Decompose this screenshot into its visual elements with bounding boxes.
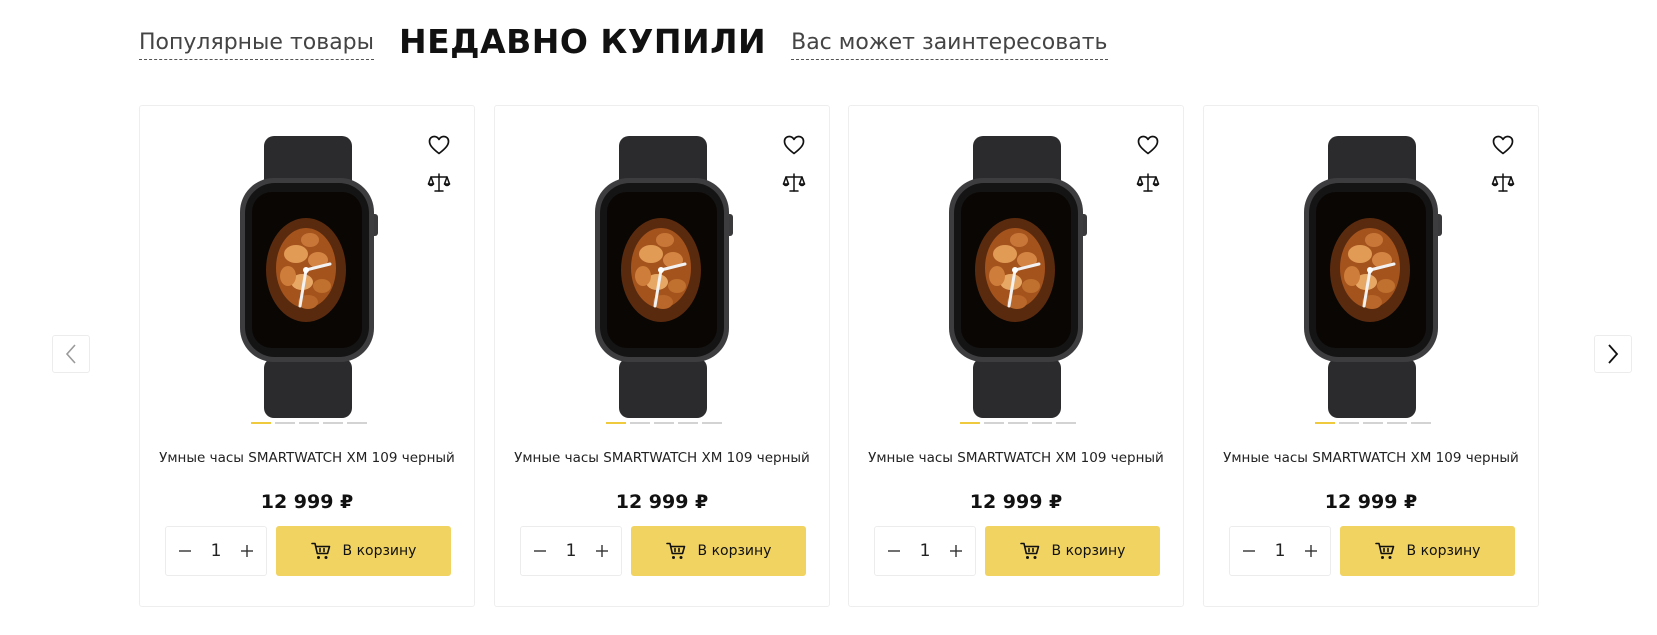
product-price: 12 999 ₽ [260,491,354,513]
gallery-dot[interactable] [1339,422,1359,424]
product-name[interactable]: Умные часы SMARTWATCH XM 109 черный [495,450,829,466]
quantity-decrease-button[interactable] [531,542,549,560]
plus-icon [1305,545,1317,557]
plus-icon [596,545,608,557]
image-gallery-dots [1315,422,1435,424]
gallery-dot[interactable] [960,422,980,424]
plus-icon [950,545,962,557]
gallery-dot[interactable] [1363,422,1383,424]
product-card[interactable]: Умные часы SMARTWATCH XM 109 черный 12 9… [1203,105,1539,607]
cart-icon [310,542,330,559]
scales-icon[interactable] [1136,171,1160,195]
add-to-cart-label: В корзину [342,543,417,559]
scales-icon[interactable] [1491,171,1515,195]
minus-icon [888,550,900,552]
gallery-dot[interactable] [654,422,674,424]
minus-icon [534,550,546,552]
heart-icon[interactable] [1136,133,1160,157]
minus-icon [1243,550,1255,552]
add-to-cart-label: В корзину [1406,543,1481,559]
product-name[interactable]: Умные часы SMARTWATCH XM 109 черный [849,450,1183,466]
quantity-input[interactable] [201,541,231,561]
quantity-input[interactable] [556,541,586,561]
product-name[interactable]: Умные часы SMARTWATCH XM 109 черный [140,450,474,466]
gallery-dot[interactable] [251,422,271,424]
product-card[interactable]: Умные часы SMARTWATCH XM 109 черный 12 9… [139,105,475,607]
gallery-dot[interactable] [1411,422,1431,424]
quantity-input[interactable] [910,541,940,561]
quantity-increase-button[interactable] [238,542,256,560]
carousel-next-button[interactable] [1594,335,1632,373]
product-image[interactable] [591,136,735,418]
product-image[interactable] [236,136,380,418]
chevron-left-icon [65,344,76,364]
gallery-dot[interactable] [630,422,650,424]
category-tabs: Популярные товары НЕДАВНО КУПИЛИ Вас мож… [139,24,1108,60]
gallery-dot[interactable] [1032,422,1052,424]
tab-recently-bought[interactable]: НЕДАВНО КУПИЛИ [399,24,766,60]
gallery-dot[interactable] [275,422,295,424]
product-card[interactable]: Умные часы SMARTWATCH XM 109 черный 12 9… [494,105,830,607]
gallery-dot[interactable] [323,422,343,424]
cart-icon [1374,542,1394,559]
gallery-dot[interactable] [1056,422,1076,424]
add-to-cart-button[interactable]: В корзину [985,526,1160,576]
gallery-dot[interactable] [1008,422,1028,424]
add-to-cart-button[interactable]: В корзину [276,526,451,576]
gallery-dot[interactable] [1315,422,1335,424]
quantity-decrease-button[interactable] [885,542,903,560]
scales-icon[interactable] [427,171,451,195]
heart-icon[interactable] [427,133,451,157]
product-price: 12 999 ₽ [1324,491,1418,513]
quantity-decrease-button[interactable] [1240,542,1258,560]
quantity-increase-button[interactable] [593,542,611,560]
chevron-right-icon [1608,344,1619,364]
tab-popular[interactable]: Популярные товары [139,29,375,60]
product-card[interactable]: Умные часы SMARTWATCH XM 109 черный 12 9… [848,105,1184,607]
product-image[interactable] [945,136,1089,418]
quantity-increase-button[interactable] [947,542,965,560]
product-name[interactable]: Умные часы SMARTWATCH XM 109 черный [1204,450,1538,466]
product-price: 12 999 ₽ [615,491,709,513]
quantity-stepper [874,526,976,576]
add-to-cart-button[interactable]: В корзину [1340,526,1515,576]
tab-may-interest[interactable]: Вас может заинтересовать [791,29,1108,60]
scales-icon[interactable] [782,171,806,195]
cart-icon [1019,542,1039,559]
image-gallery-dots [251,422,371,424]
quantity-decrease-button[interactable] [176,542,194,560]
quantity-stepper [165,526,267,576]
minus-icon [179,550,191,552]
plus-icon [241,545,253,557]
gallery-dot[interactable] [347,422,367,424]
quantity-stepper [1229,526,1331,576]
heart-icon[interactable] [782,133,806,157]
product-image[interactable] [1300,136,1444,418]
add-to-cart-label: В корзину [1051,543,1126,559]
quantity-input[interactable] [1265,541,1295,561]
gallery-dot[interactable] [702,422,722,424]
add-to-cart-button[interactable]: В корзину [631,526,806,576]
product-price: 12 999 ₽ [969,491,1063,513]
heart-icon[interactable] [1491,133,1515,157]
quantity-increase-button[interactable] [1302,542,1320,560]
gallery-dot[interactable] [1387,422,1407,424]
quantity-stepper [520,526,622,576]
image-gallery-dots [606,422,726,424]
gallery-dot[interactable] [984,422,1004,424]
gallery-dot[interactable] [299,422,319,424]
image-gallery-dots [960,422,1080,424]
add-to-cart-label: В корзину [697,543,772,559]
gallery-dot[interactable] [606,422,626,424]
cart-icon [665,542,685,559]
gallery-dot[interactable] [678,422,698,424]
carousel-prev-button[interactable] [52,335,90,373]
